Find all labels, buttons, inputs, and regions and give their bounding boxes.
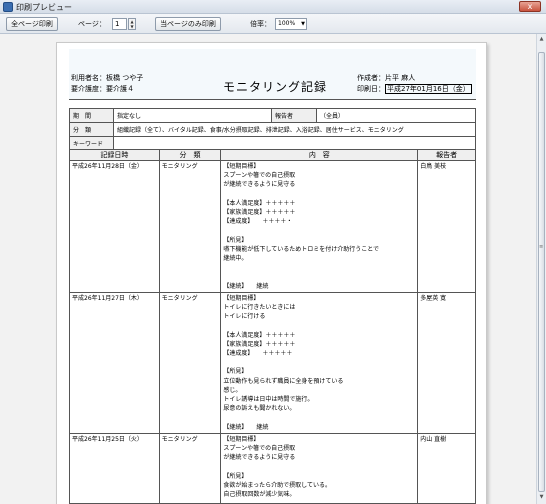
category-value: 組織記録（全て）、バイタル記録、食事/水分摂取記録、排泄記録、入浴記録、居住サー… xyxy=(113,122,476,137)
col-header-content: 内 容 xyxy=(220,149,419,161)
preview-viewport: 利用者名：板橋 つや子 要介護度：要介護４ モニタリング記録 作成者：片平 麻人… xyxy=(0,34,536,504)
period-value: 指定なし xyxy=(113,108,272,123)
title-bar: 印刷プレビュー x xyxy=(0,0,546,14)
scroll-up-icon[interactable]: ▲ xyxy=(538,36,545,44)
records-table: 記録日時 分 類 内 容 報告者 平成26年11月28日（金） モニタリング 【… xyxy=(69,149,476,504)
filter-table: 期 間 指定なし 報告者 （全員） 分 類 組織記録（全て）、バイタル記録、食事… xyxy=(69,108,476,151)
chevron-down-icon[interactable]: ▼ xyxy=(301,19,305,29)
page-number-input[interactable] xyxy=(112,18,127,30)
print-all-button[interactable]: 全ページ印刷 xyxy=(6,17,58,31)
page-label: ページ： xyxy=(78,20,106,28)
col-header-datetime: 記録日時 xyxy=(69,149,160,161)
toolbar: 全ページ印刷 ページ： ▲ ▼ 当ページのみ印刷 倍率： 100% ▼ xyxy=(0,14,546,34)
record-content: 【短期目標】 トイレに行きたいときには トイレに行ける 【本人満足度】＋＋＋＋＋… xyxy=(220,291,419,434)
author-name: 片平 麻人 xyxy=(385,74,416,82)
record-date: 平成26年11月28日（金） xyxy=(69,160,160,293)
category-label: 分 類 xyxy=(69,122,114,137)
user-info: 利用者名：板橋 つや子 xyxy=(71,73,143,83)
author-info: 作成者：片平 麻人 xyxy=(357,73,415,83)
document-title: モニタリング記録 xyxy=(223,80,328,94)
window-title: 印刷プレビュー xyxy=(16,3,72,12)
close-button[interactable]: x xyxy=(519,1,541,12)
zoom-select[interactable]: 100% ▼ xyxy=(275,18,307,30)
record-content: 【短期目標】 スプーンや箸での自己摂取 が継続できるように見守る 【本人満足度】… xyxy=(220,160,419,293)
care-level-info: 要介護度：要介護４ xyxy=(71,84,134,94)
page-spinner[interactable]: ▲ ▼ xyxy=(128,18,136,30)
table-row: 平成26年11月28日（金） モニタリング 【短期目標】 スプーンや箸での自己摂… xyxy=(69,160,476,293)
zoom-value: 100% xyxy=(278,20,296,27)
record-category: モニタリング xyxy=(158,160,222,293)
record-content: 【短期目標】 スプーンや箸での自己摂取 が継続できるように見守る 【所見】 食欲… xyxy=(220,432,419,504)
record-reporter: 多屋英 寛 xyxy=(417,291,476,434)
record-category: モニタリング xyxy=(158,432,222,504)
care-level-value: 要介護４ xyxy=(106,85,134,93)
print-current-page-button[interactable]: 当ページのみ印刷 xyxy=(155,17,221,31)
reporter-label: 報告者 xyxy=(271,108,317,123)
col-header-category: 分 類 xyxy=(158,149,222,161)
grip-icon: ≡ xyxy=(539,244,544,250)
record-category: モニタリング xyxy=(158,291,222,434)
records-header-row: 記録日時 分 類 内 容 報告者 xyxy=(69,149,476,161)
record-date: 平成26年11月27日（木） xyxy=(69,291,160,434)
header-divider xyxy=(69,99,476,100)
record-date: 平成26年11月25日（火） xyxy=(69,432,160,504)
record-reporter: 白鳥 美枝 xyxy=(417,160,476,293)
scrollbar-thumb[interactable] xyxy=(538,52,545,492)
table-row: 平成26年11月27日（木） モニタリング 【短期目標】 トイレに行きたいときに… xyxy=(69,291,476,434)
print-date-info: 印刷日： 平成27年01月16日（金） xyxy=(357,84,472,94)
vertical-scrollbar[interactable]: ▲ ≡ ▼ xyxy=(536,34,546,504)
print-date-label: 印刷日： xyxy=(357,85,385,93)
report-header: 利用者名：板橋 つや子 要介護度：要介護４ モニタリング記録 作成者：片平 麻人… xyxy=(69,49,476,99)
record-reporter: 内山 直樹 xyxy=(417,432,476,504)
spinner-down-icon[interactable]: ▼ xyxy=(129,24,135,29)
app-icon xyxy=(3,2,13,12)
scroll-down-icon[interactable]: ▼ xyxy=(538,494,545,502)
report-page: 利用者名：板橋 つや子 要介護度：要介護４ モニタリング記録 作成者：片平 麻人… xyxy=(56,42,487,504)
user-label: 利用者名： xyxy=(71,74,106,82)
period-label: 期 間 xyxy=(69,108,114,123)
col-header-reporter: 報告者 xyxy=(417,149,476,161)
author-label: 作成者： xyxy=(357,74,385,82)
user-name: 板橋 つや子 xyxy=(106,74,144,82)
print-date-value: 平成27年01月16日（金） xyxy=(385,84,472,94)
care-level-label: 要介護度： xyxy=(71,85,106,93)
table-row: 平成26年11月25日（火） モニタリング 【短期目標】 スプーンや箸での自己摂… xyxy=(69,432,476,504)
zoom-label: 倍率： xyxy=(250,20,271,28)
reporter-value: （全員） xyxy=(316,108,476,123)
